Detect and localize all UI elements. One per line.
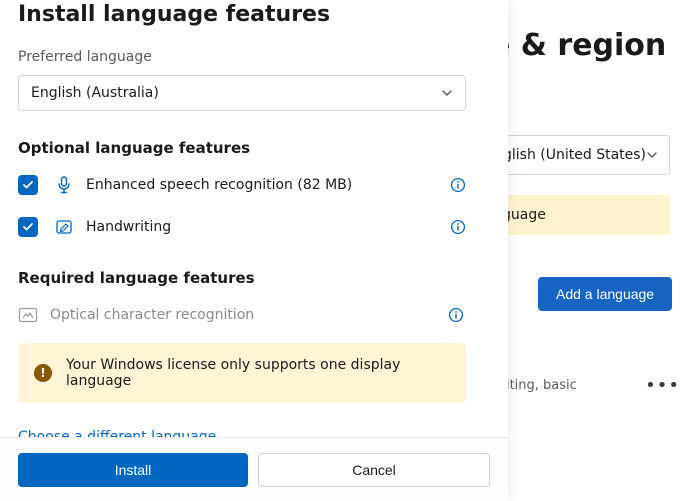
install-language-features-dialog: Install language features Preferred lang… — [0, 0, 508, 501]
feature-row-handwriting: Handwriting — [18, 213, 466, 241]
info-icon[interactable] — [448, 307, 464, 323]
handwriting-label: Handwriting — [86, 219, 450, 235]
preferred-language-label: Preferred language — [18, 49, 490, 65]
ocr-icon — [18, 305, 38, 325]
background-banner-text: guage — [502, 207, 546, 223]
page-title: e & region — [490, 28, 666, 63]
add-language-label: Add a language — [556, 286, 654, 302]
speech-label: Enhanced speech recognition (82 MB) — [86, 177, 450, 193]
more-icon[interactable]: ••• — [645, 375, 680, 396]
dialog-title: Install language features — [18, 2, 490, 27]
license-warning-banner: ! Your Windows license only supports one… — [18, 343, 466, 403]
chevron-down-icon — [441, 87, 453, 99]
choose-different-language-link[interactable]: Choose a different language — [18, 429, 216, 437]
display-language-value: glish (United States) — [503, 147, 646, 163]
feature-row-speech: Enhanced speech recognition (82 MB) — [18, 171, 466, 199]
add-language-button[interactable]: Add a language — [538, 277, 672, 311]
display-language-dropdown[interactable]: glish (United States) — [490, 135, 670, 175]
warning-icon: ! — [34, 364, 52, 382]
dialog-footer: Install Cancel — [0, 437, 508, 501]
chevron-down-icon — [646, 149, 658, 161]
preferred-language-select[interactable]: English (Australia) — [18, 75, 466, 111]
info-icon[interactable] — [450, 219, 466, 235]
language-entry-row[interactable]: writing, basic ••• — [490, 375, 680, 396]
optional-features-heading: Optional language features — [18, 139, 490, 157]
preferred-language-value: English (Australia) — [31, 85, 159, 101]
cancel-button-label: Cancel — [352, 462, 396, 478]
install-button[interactable]: Install — [18, 453, 248, 487]
pen-icon — [54, 217, 74, 237]
license-warning-text: Your Windows license only supports one d… — [66, 357, 450, 389]
handwriting-checkbox[interactable] — [18, 217, 38, 237]
install-button-label: Install — [115, 462, 152, 478]
microphone-icon — [54, 175, 74, 195]
ocr-label: Optical character recognition — [50, 307, 448, 323]
required-features-heading: Required language features — [18, 269, 490, 287]
speech-checkbox[interactable] — [18, 175, 38, 195]
cancel-button[interactable]: Cancel — [258, 453, 490, 487]
background-banner: guage — [490, 195, 670, 235]
info-icon[interactable] — [450, 177, 466, 193]
feature-row-ocr: Optical character recognition — [16, 301, 464, 329]
